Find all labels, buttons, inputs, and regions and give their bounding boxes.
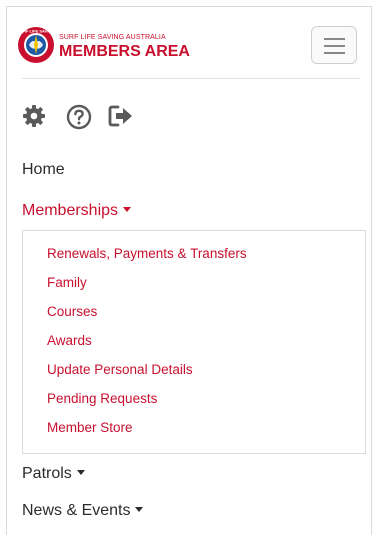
nav-memberships[interactable]: Memberships xyxy=(22,202,132,220)
nav-memberships-label: Memberships xyxy=(22,202,119,219)
nav-home[interactable]: Home xyxy=(22,161,65,179)
memberships-dropdown: Renewals, Payments & Transfers Family Co… xyxy=(22,230,366,454)
header-divider xyxy=(22,78,360,79)
menu-toggle-button[interactable] xyxy=(311,26,357,64)
caret-down-icon xyxy=(135,507,144,513)
nav-patrols[interactable]: Patrols xyxy=(22,465,85,483)
hamburger-bar-icon xyxy=(324,45,345,47)
logo[interactable]: SURF LIFE SAVING SURF LIFE SAVING AUSTRA… xyxy=(17,26,190,66)
nav-news-events[interactable]: News & Events xyxy=(22,502,144,520)
sign-out-icon[interactable] xyxy=(108,104,134,128)
dropdown-item-awards[interactable]: Awards xyxy=(47,333,92,348)
svg-text:SURF LIFE SAVING: SURF LIFE SAVING xyxy=(18,29,55,34)
dropdown-item-renewals[interactable]: Renewals, Payments & Transfers xyxy=(47,246,247,261)
nav-news-events-label: News & Events xyxy=(22,502,131,519)
dropdown-item-courses[interactable]: Courses xyxy=(47,304,97,319)
nav-patrols-label: Patrols xyxy=(22,465,72,482)
caret-down-icon xyxy=(123,207,132,213)
utility-icons xyxy=(22,104,172,132)
caret-down-icon xyxy=(76,470,85,476)
dropdown-item-pending-requests[interactable]: Pending Requests xyxy=(47,391,157,406)
logo-subtitle: SURF LIFE SAVING AUSTRALIA xyxy=(59,34,166,41)
dropdown-item-update-personal-details[interactable]: Update Personal Details xyxy=(47,362,193,377)
gear-icon[interactable] xyxy=(22,104,46,128)
dropdown-item-family[interactable]: Family xyxy=(47,275,87,290)
sls-emblem-icon: SURF LIFE SAVING xyxy=(18,27,55,63)
header: SURF LIFE SAVING SURF LIFE SAVING AUSTRA… xyxy=(17,18,361,76)
dropdown-item-member-store[interactable]: Member Store xyxy=(47,420,133,435)
hamburger-bar-icon xyxy=(324,38,345,40)
hamburger-bar-icon xyxy=(324,52,345,54)
question-circle-icon[interactable] xyxy=(66,104,92,130)
logo-title: MEMBERS AREA xyxy=(59,43,190,60)
